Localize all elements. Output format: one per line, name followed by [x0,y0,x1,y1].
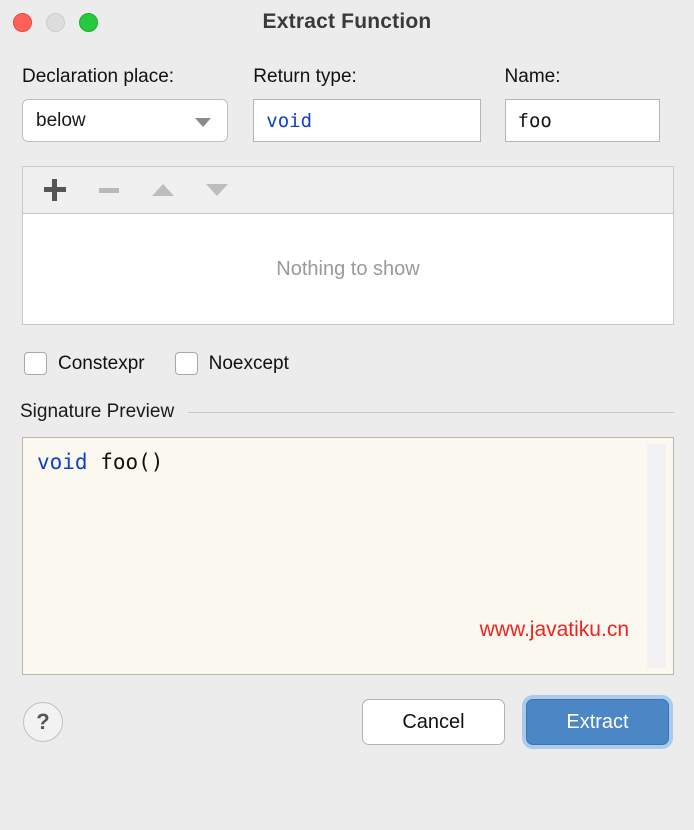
maximize-button[interactable] [79,12,98,32]
noexcept-checkbox[interactable]: Noexcept [174,352,289,375]
parameter-toolbar [23,167,673,214]
watermark-text: www.javatiku.cn [479,618,629,641]
parameter-list-panel: Nothing to show [22,166,674,325]
move-parameter-down-button[interactable] [201,174,233,206]
code-separator [88,450,101,474]
signature-preview-header: Signature Preview [0,375,694,423]
vertical-scrollbar[interactable] [647,444,666,668]
declaration-place-group: Declaration place: below [22,66,253,142]
return-type-value: void [266,109,313,132]
move-parameter-up-button[interactable] [147,174,179,206]
name-group: Name: foo [504,66,674,142]
cancel-button-label: Cancel [402,710,465,733]
cancel-button[interactable]: Cancel [362,699,505,745]
close-button[interactable] [13,12,32,32]
minus-icon [99,187,119,193]
help-button[interactable]: ? [23,702,63,742]
checkbox-box [174,352,198,375]
name-label: Name: [504,66,561,87]
return-type-input[interactable]: void [253,99,482,142]
chevron-down-icon [195,117,211,127]
title-bar: Extract Function [0,0,694,44]
return-type-group: Return type: void [253,66,504,142]
extract-button-label: Extract [566,710,629,733]
question-mark-icon: ? [36,709,50,734]
window-title: Extract Function [262,10,432,33]
declaration-place-value: below [36,109,86,131]
options-row: Constexpr Noexcept [0,325,694,375]
extract-button-focus-ring: Extract [522,695,673,749]
footer-bar: ? Cancel Extract [0,675,694,749]
form-row: Declaration place: below Return type: vo… [0,44,694,142]
signature-preview-title: Signature Preview [20,401,175,422]
declaration-place-select[interactable]: below [22,99,228,142]
minimize-button[interactable] [46,12,65,32]
declaration-place-label: Declaration place: [22,66,175,87]
constexpr-checkbox[interactable]: Constexpr [24,352,145,375]
window-controls [0,12,98,32]
name-input[interactable]: foo [504,99,660,142]
return-type-label: Return type: [253,66,357,87]
arrow-up-icon [152,184,174,196]
code-keyword: void [37,450,88,474]
signature-code-line: void foo() [23,438,673,474]
noexcept-label: Noexcept [208,352,289,374]
plus-icon [44,179,66,201]
code-identifier: foo() [100,450,164,474]
section-divider [188,411,674,413]
checkbox-box [24,352,47,375]
empty-state-text: Nothing to show [276,257,420,280]
remove-parameter-button[interactable] [93,174,125,206]
parameter-list-body[interactable]: Nothing to show [23,214,673,324]
signature-preview-box[interactable]: void foo() www.javatiku.cn [22,437,674,675]
constexpr-label: Constexpr [58,352,145,374]
add-parameter-button[interactable] [39,174,71,206]
extract-button[interactable]: Extract [526,699,669,745]
arrow-down-icon [206,184,228,196]
name-value: foo [517,109,552,132]
